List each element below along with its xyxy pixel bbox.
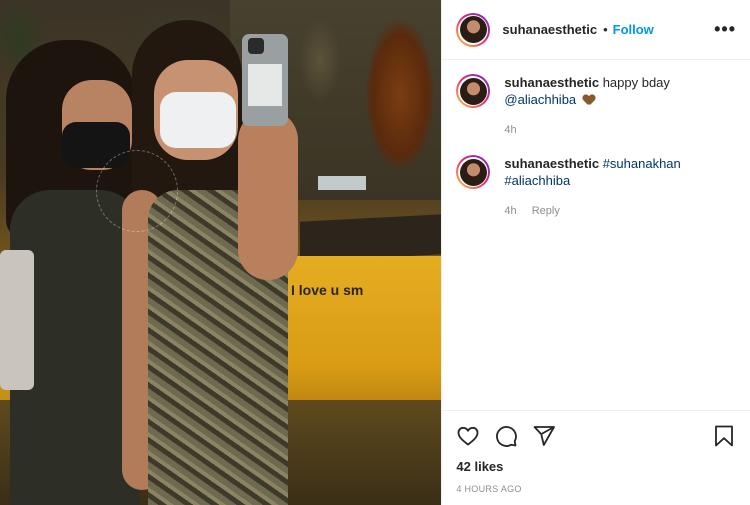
comment-avatar[interactable]	[456, 155, 491, 189]
likes-count[interactable]: 42 likes	[456, 459, 736, 474]
comment-username[interactable]: suhanaesthetic	[504, 156, 599, 171]
comment-item: suhanaesthetic happy bday @aliachhiba 4h	[456, 74, 736, 139]
post-side-panel: suhanaesthetic • Follow ••• suhanaesthet…	[441, 0, 750, 505]
action-icons	[456, 423, 736, 449]
photo-phone	[242, 34, 288, 126]
comment-mention[interactable]: @aliachhiba	[504, 92, 576, 107]
share-icon[interactable]	[532, 424, 556, 448]
heart-icon[interactable]	[456, 424, 480, 448]
photo-watermark	[96, 150, 178, 232]
more-options-icon[interactable]: •••	[714, 19, 736, 40]
photo-person-right	[118, 20, 328, 505]
comments-list: suhanaesthetic happy bday @aliachhiba 4h	[442, 60, 750, 220]
comment-meta: 4h Reply	[504, 203, 680, 220]
instagram-post: I love u sm suhanaesthetic • Follow ••• …	[0, 0, 750, 505]
comment-avatar[interactable]	[456, 74, 491, 108]
comment-time[interactable]: 4h	[504, 205, 516, 217]
reply-button[interactable]: Reply	[532, 205, 560, 217]
post-actions: 42 likes 4 HOURS AGO	[442, 410, 750, 494]
comment-text: happy bday	[602, 75, 670, 90]
post-photo[interactable]: I love u sm	[0, 0, 442, 505]
brown-heart-icon	[583, 95, 595, 106]
comment-icon[interactable]	[494, 424, 518, 448]
post-header: suhanaesthetic • Follow •••	[442, 0, 750, 60]
comment-time[interactable]: 4h	[504, 124, 516, 136]
comment-hashtag[interactable]: #aliachhiba	[504, 173, 570, 188]
header-separator: •	[603, 22, 608, 37]
photo-overlay-text: I love u sm	[291, 282, 364, 298]
comment-body: suhanaesthetic #suhanakhan #aliachhiba 4…	[504, 155, 680, 220]
avatar[interactable]	[456, 12, 491, 47]
comment-meta: 4h	[504, 122, 670, 139]
comment-body: suhanaesthetic happy bday @aliachhiba 4h	[504, 74, 670, 139]
comment-hashtag[interactable]: #suhanakhan	[603, 156, 681, 171]
comment-username[interactable]: suhanaesthetic	[504, 75, 599, 90]
post-timestamp[interactable]: 4 HOURS AGO	[456, 484, 736, 494]
follow-button[interactable]: Follow	[613, 22, 654, 37]
comment-item: suhanaesthetic #suhanakhan #aliachhiba 4…	[456, 155, 736, 220]
bookmark-icon[interactable]	[712, 424, 736, 448]
header-username[interactable]: suhanaesthetic	[502, 22, 597, 37]
